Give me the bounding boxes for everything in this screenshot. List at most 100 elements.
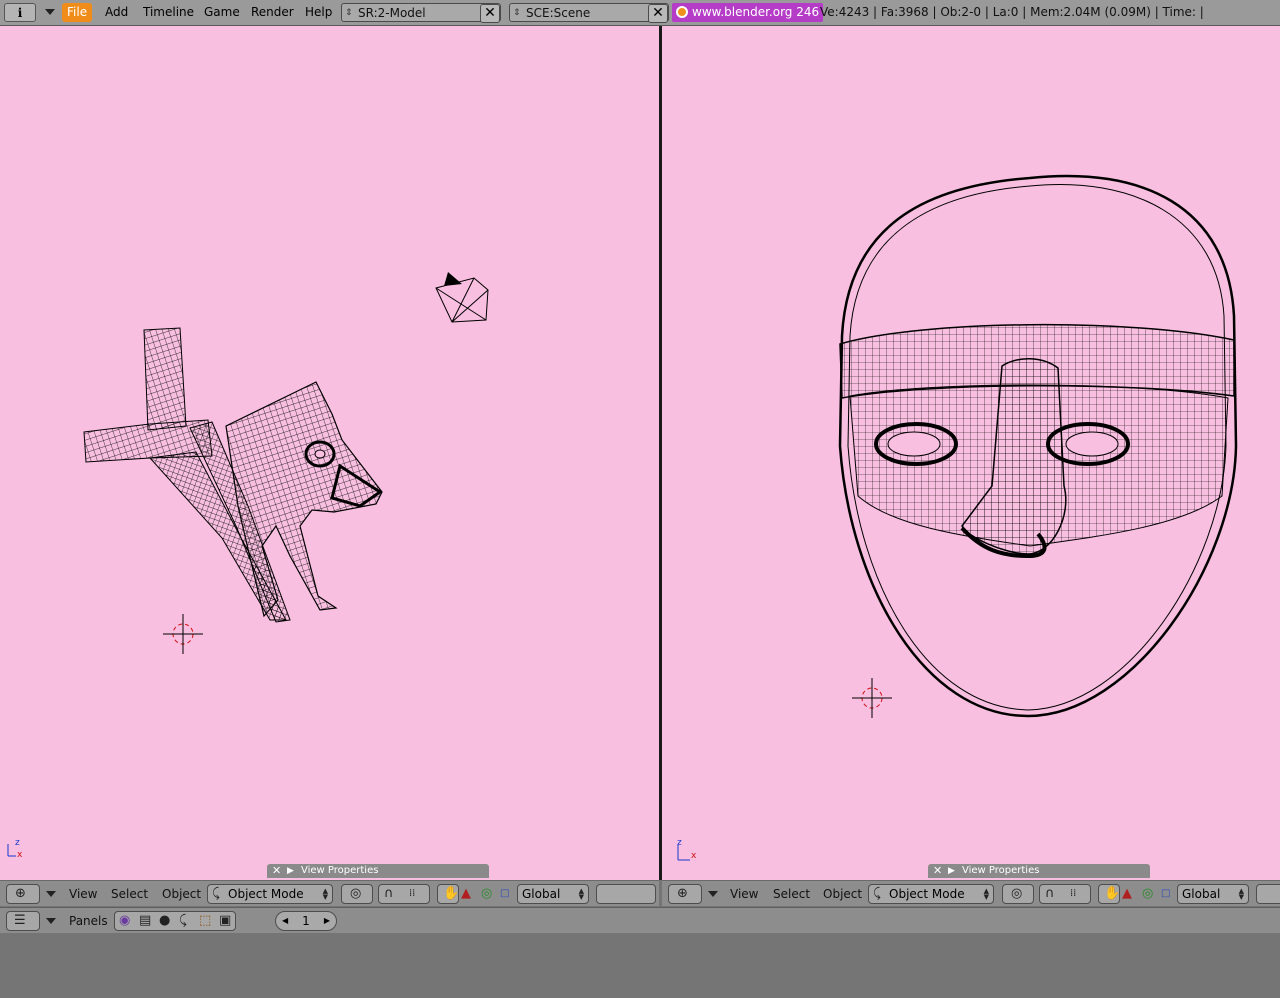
rotate-manipulator-icon[interactable]: ◎: [1142, 885, 1153, 903]
draw-type-button[interactable]: ◎: [341, 884, 373, 904]
scene-browse[interactable]: ⇕ SCE:Scene ✕: [509, 3, 669, 23]
info-header: i File Add Timeline Game Render Help ⇕ S…: [0, 0, 1280, 26]
layers-icon: ⁞⁞: [1070, 888, 1077, 899]
manipulator-toggle[interactable]: ✋: [437, 884, 459, 904]
camera-object: [435, 272, 489, 323]
frame-value: 1: [302, 914, 310, 928]
expand-panel-icon[interactable]: ▶: [287, 864, 294, 878]
window-type-button[interactable]: ☰: [6, 911, 40, 931]
menu-collapse-icon[interactable]: [708, 891, 718, 897]
axis-x-label: x: [17, 850, 23, 860]
scale-manipulator-icon[interactable]: □: [1161, 885, 1170, 903]
close-panel-icon[interactable]: ✕: [272, 864, 281, 878]
view-properties-panel-tab[interactable]: ✕ ▶ View Properties: [267, 864, 489, 878]
increment-arrow-icon[interactable]: ▶: [324, 912, 330, 930]
scene-name: SCE:Scene: [526, 6, 591, 20]
mode-selector[interactable]: ⤹ Object Mode ▲ ▼: [868, 884, 994, 904]
menu-game[interactable]: Game: [199, 3, 245, 22]
menu-collapse-icon[interactable]: [45, 9, 55, 15]
manipulator-toggle[interactable]: ✋: [1098, 884, 1120, 904]
mask-front-mesh: [838, 174, 1238, 718]
menu-help[interactable]: Help: [300, 3, 337, 22]
object-menu[interactable]: Object: [162, 884, 201, 904]
delete-screen-button[interactable]: ✕: [480, 4, 500, 23]
dropdown-arrows-icon: ▲ ▼: [322, 887, 328, 901]
layer-buttons[interactable]: [1256, 884, 1280, 904]
axis-z-label: z: [677, 838, 682, 848]
select-menu[interactable]: Select: [773, 884, 810, 904]
draw-type-icon: ◎: [350, 886, 362, 901]
magnet-icon: ∩: [384, 886, 394, 901]
blender-logo-icon: [676, 6, 688, 18]
rotate-manipulator-icon[interactable]: ◎: [481, 885, 492, 903]
blender-website-link[interactable]: www.blender.org 246: [672, 3, 824, 22]
pivot-snap-buttons[interactable]: ∩ ⁞⁞: [378, 884, 430, 904]
translate-manipulator-icon[interactable]: ▲: [1122, 885, 1132, 903]
frame-number-field[interactable]: ◀ 1 ▶: [275, 911, 337, 931]
mode-label: Object Mode: [889, 887, 965, 901]
3d-viewport-left[interactable]: z x ✕ ▶ View Properties: [0, 26, 659, 880]
up-down-arrows-icon: ⇕: [513, 8, 521, 18]
3d-viewport-right[interactable]: z x ✕ ▶ View Properties: [662, 26, 1280, 880]
screen-name: SR:2-Model: [358, 6, 426, 20]
scene-statistics: Ve:4243 | Fa:3968 | Ob:2-0 | La:0 | Mem:…: [820, 5, 1204, 19]
expand-panel-icon[interactable]: ▶: [948, 864, 955, 878]
scale-manipulator-icon[interactable]: □: [500, 885, 509, 903]
menu-file[interactable]: File: [62, 3, 93, 22]
object-mode-icon: ⤹: [873, 886, 881, 901]
pivot-snap-buttons[interactable]: ∩ ⁞⁞: [1039, 884, 1091, 904]
3d-cursor: [852, 678, 892, 718]
decrement-arrow-icon[interactable]: ◀: [282, 912, 288, 930]
view3d-icon: ⊕: [15, 886, 26, 901]
dropdown-arrows-icon: ▲ ▼: [983, 887, 989, 901]
script-context-icon[interactable]: ▤: [139, 912, 151, 930]
menu-collapse-icon[interactable]: [46, 891, 56, 897]
axis-x-label: x: [691, 851, 697, 861]
screen-browse[interactable]: ⇕ SR:2-Model ✕: [341, 3, 501, 23]
up-down-arrows-icon: ⇕: [345, 8, 353, 18]
draw-type-icon: ◎: [1011, 886, 1023, 901]
layer-buttons[interactable]: [596, 884, 656, 904]
3d-view-header-right: ⊕ View Select Object ⤹ Object Mode ▲ ▼ ◎ …: [662, 880, 1280, 906]
view-menu[interactable]: View: [730, 884, 758, 904]
logic-context-icon[interactable]: ◉: [119, 912, 130, 930]
select-menu[interactable]: Select: [111, 884, 148, 904]
dropdown-arrows-icon: ▲ ▼: [1238, 887, 1244, 901]
3d-view-header-left: ⊕ View Select Object ⤹ Object Mode ▲ ▼ ◎ …: [0, 880, 659, 906]
window-type-button[interactable]: ⊕: [6, 884, 40, 904]
mode-label: Object Mode: [228, 887, 304, 901]
orientation-label: Global: [1182, 887, 1221, 901]
menu-collapse-icon[interactable]: [46, 918, 56, 924]
view-menu[interactable]: View: [69, 884, 97, 904]
mode-selector[interactable]: ⤹ Object Mode ▲ ▼: [207, 884, 333, 904]
right-wireframe-drawing: [677, 174, 1238, 861]
menu-render[interactable]: Render: [246, 3, 299, 22]
info-window-type-button[interactable]: i: [4, 3, 36, 22]
window-type-button[interactable]: ⊕: [668, 884, 702, 904]
context-buttons[interactable]: ◉ ▤ ● ⤹ ⬚ ▣: [114, 911, 236, 931]
view-properties-panel-tab[interactable]: ✕ ▶ View Properties: [928, 864, 1150, 878]
editing-context-icon[interactable]: ⬚: [199, 912, 211, 930]
dropdown-arrows-icon: ▲ ▼: [578, 887, 584, 901]
buttons-window-header: ☰ Panels ◉ ▤ ● ⤹ ⬚ ▣ ◀ 1 ▶: [0, 907, 1280, 933]
menu-add[interactable]: Add: [100, 3, 133, 22]
orientation-selector[interactable]: Global ▲ ▼: [1177, 884, 1249, 904]
buttons-window-area: [0, 933, 1280, 998]
shading-context-icon[interactable]: ●: [159, 912, 170, 930]
menu-timeline[interactable]: Timeline: [138, 3, 199, 22]
hand-icon: ✋: [1104, 886, 1121, 901]
close-panel-icon[interactable]: ✕: [933, 864, 942, 878]
view-properties-label: View Properties: [962, 865, 1040, 876]
object-context-icon[interactable]: ⤹: [179, 912, 187, 930]
view-properties-label: View Properties: [301, 865, 379, 876]
draw-type-button[interactable]: ◎: [1002, 884, 1034, 904]
translate-manipulator-icon[interactable]: ▲: [461, 885, 471, 903]
orientation-selector[interactable]: Global ▲ ▼: [517, 884, 589, 904]
object-menu[interactable]: Object: [823, 884, 862, 904]
scene-context-icon[interactable]: ▣: [219, 912, 231, 930]
3d-cursor: [163, 614, 203, 654]
left-wireframe-drawing: [7, 272, 489, 857]
magnet-icon: ∩: [1045, 886, 1055, 901]
delete-scene-button[interactable]: ✕: [648, 4, 668, 23]
panels-menu[interactable]: Panels: [69, 911, 108, 931]
